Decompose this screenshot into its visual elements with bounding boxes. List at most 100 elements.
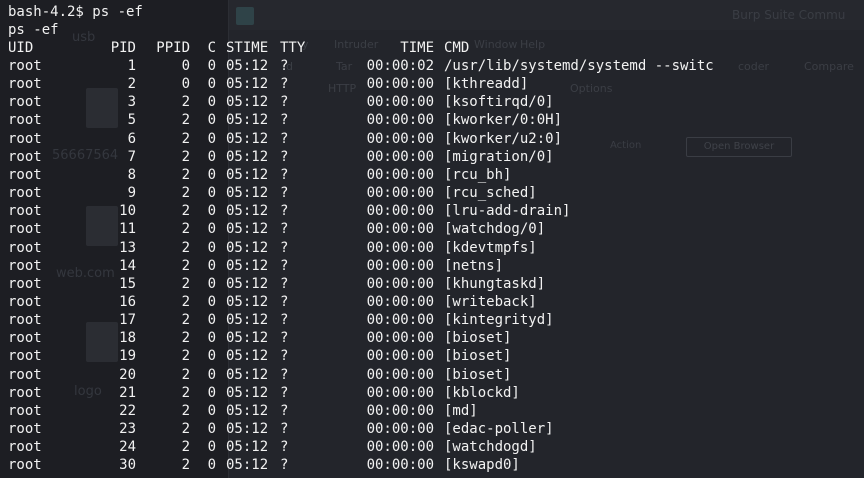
cell-time: 00:00:00 (366, 330, 434, 347)
cell-tty: ? (280, 94, 289, 111)
cell-tty: ? (280, 312, 289, 329)
cell-c: 0 (207, 130, 216, 147)
cell-stime: 05:12 (226, 203, 269, 220)
cell-cmd: [khungtaskd] (444, 275, 546, 292)
cell-time: 00:00:00 (366, 112, 434, 129)
cell-ppid: 2 (181, 402, 190, 419)
cell-cmd: [edac-poller] (444, 421, 554, 437)
cell-cmd: [rcu_bh] (444, 166, 512, 183)
cell-cmd: [watchdogd] (444, 439, 537, 456)
cell-ppid: 2 (181, 421, 190, 437)
cell-time: 00:00:00 (366, 185, 434, 202)
cell-ppid: 2 (181, 348, 190, 365)
table-row: root 23 2 0 05:12? 00:00:00 [edac-poller] (0, 420, 864, 438)
cell-c: 0 (207, 76, 216, 93)
cell-ppid: 2 (181, 166, 190, 183)
cell-pid: 10 (119, 203, 136, 220)
cell-stime: 05:12 (226, 366, 269, 383)
cell-stime: 05:12 (226, 76, 269, 93)
cell-time: 00:00:00 (366, 94, 434, 111)
cell-cmd: [rcu_sched] (444, 185, 537, 202)
cell-time: 00:00:00 (366, 275, 434, 292)
cell-pid: 5 (127, 112, 136, 129)
cell-stime: 05:12 (226, 330, 269, 347)
cell-ppid: 2 (181, 366, 190, 383)
cell-time: 00:00:00 (366, 76, 434, 93)
header-ppid: PPID (156, 40, 190, 56)
cell-cmd: [kblockd] (444, 384, 520, 401)
cell-pid: 19 (119, 348, 136, 365)
cell-uid: root (8, 166, 42, 183)
cell-uid: root (8, 130, 42, 147)
cell-ppid: 2 (181, 185, 190, 202)
table-row: root 11 2 0 05:12? 00:00:00 [watchdog/0] (0, 220, 864, 238)
cell-time: 00:00:00 (366, 421, 434, 437)
cell-pid: 17 (119, 312, 136, 329)
cell-stime: 05:12 (226, 130, 269, 147)
cell-uid: root (8, 185, 42, 202)
cell-tty: ? (280, 58, 289, 74)
cell-time: 00:00:00 (366, 439, 434, 456)
cell-uid: root (8, 275, 42, 292)
table-row: root 21 2 0 05:12? 00:00:00 [kblockd] (0, 384, 864, 402)
cell-cmd: [migration/0] (444, 148, 554, 165)
cell-uid: root (8, 148, 42, 165)
cell-uid: root (8, 94, 42, 111)
cell-cmd: [bioset] (444, 366, 512, 383)
cell-c: 0 (207, 439, 216, 456)
cell-tty: ? (280, 402, 289, 419)
cell-uid: root (8, 58, 42, 74)
cell-uid: root (8, 76, 42, 93)
cell-c: 0 (207, 384, 216, 401)
cell-pid: 30 (119, 457, 136, 474)
cell-time: 00:00:00 (366, 166, 434, 183)
cell-c: 0 (207, 293, 216, 310)
table-row: root 6 2 0 05:12? 00:00:00 [kworker/u2:0] (0, 130, 864, 148)
cell-time: 00:00:00 (366, 239, 434, 256)
cell-stime: 05:12 (226, 457, 269, 474)
table-row: root 1 0 0 05:12? 00:00:02/usr/lib/systemd/sy… (0, 57, 864, 75)
cell-pid: 16 (119, 293, 136, 310)
cell-ppid: 2 (181, 94, 190, 111)
cell-time: 00:00:00 (366, 257, 434, 274)
cell-c: 0 (207, 166, 216, 183)
cell-pid: 7 (127, 148, 136, 165)
cell-time: 00:00:00 (366, 203, 434, 220)
cell-tty: ? (280, 439, 289, 456)
cell-uid: root (8, 112, 42, 129)
cell-tty: ? (280, 76, 289, 93)
ps-header: UID PID PPID C STIME TTY TIME CMD (0, 39, 864, 57)
cell-tty: ? (280, 257, 289, 274)
cell-cmd: [kworker/u2:0] (444, 130, 563, 147)
table-row: root 10 2 0 05:12? 00:00:00 [lru-add-drain] (0, 202, 864, 220)
table-row: root 30 2 0 05:12? 00:00:00 [kswapd0] (0, 456, 864, 474)
cell-cmd: [writeback] (444, 293, 537, 310)
cell-ppid: 2 (181, 112, 190, 129)
cell-time: 00:00:00 (366, 402, 434, 419)
cell-stime: 05:12 (226, 239, 269, 256)
cell-cmd: [lru-add-drain] (444, 203, 571, 220)
cell-tty: ? (280, 203, 289, 220)
cell-uid: root (8, 330, 42, 347)
cell-ppid: 2 (181, 457, 190, 474)
cell-ppid: 2 (181, 239, 190, 256)
cell-ppid: 2 (181, 275, 190, 292)
cell-stime: 05:12 (226, 312, 269, 329)
cell-c: 0 (207, 112, 216, 129)
cell-tty: ? (280, 166, 289, 183)
cell-cmd: /usr/lib/systemd/systemd --switc (444, 58, 714, 74)
cell-ppid: 0 (181, 76, 190, 93)
cell-uid: root (8, 239, 42, 256)
cell-tty: ? (280, 239, 289, 256)
cell-time: 00:00:00 (366, 312, 434, 329)
cell-uid: root (8, 421, 42, 437)
cell-ppid: 2 (181, 330, 190, 347)
cell-ppid: 2 (181, 384, 190, 401)
cell-stime: 05:12 (226, 58, 269, 74)
cell-time: 00:00:02 (366, 58, 434, 74)
terminal[interactable]: bash-4.2$ ps -ef ps -ef UID PID PPID C S… (0, 0, 864, 478)
cell-uid: root (8, 203, 42, 220)
cell-tty: ? (280, 148, 289, 165)
table-row: root 13 2 0 05:12? 00:00:00 [kdevtmpfs] (0, 239, 864, 257)
table-row: root 7 2 0 05:12? 00:00:00 [migration/0] (0, 148, 864, 166)
